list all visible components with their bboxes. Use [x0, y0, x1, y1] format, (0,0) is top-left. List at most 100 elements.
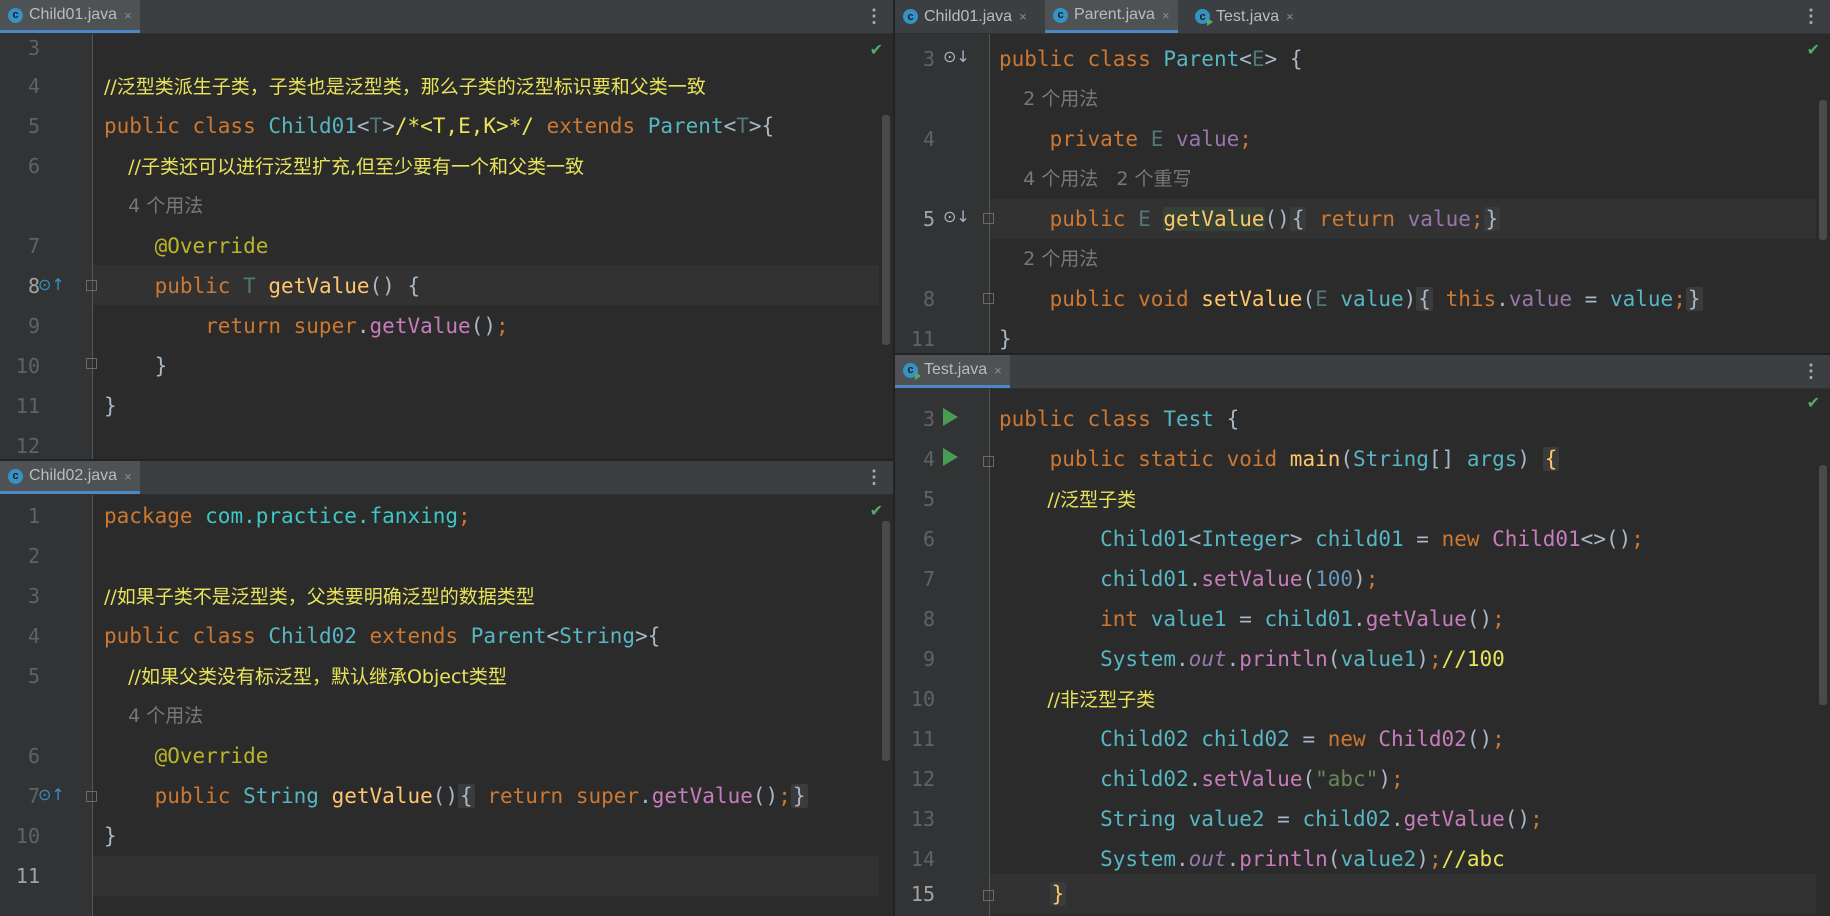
line-number: 5 [27, 114, 40, 138]
usages-hint[interactable]: 4 个用法 [104, 696, 203, 736]
implemented-arrow-icon[interactable]: ⊙↓ [943, 207, 970, 226]
fold-marker-icon[interactable] [983, 213, 994, 224]
close-icon[interactable]: × [124, 8, 132, 23]
fold-marker-icon[interactable] [983, 293, 994, 304]
tab-test[interactable]: c Test.java × [895, 355, 1010, 388]
line-number: 8 [27, 274, 40, 298]
usages-hint[interactable]: 2 个用法 [999, 239, 1098, 279]
line-number: 10 [15, 824, 40, 848]
line-number: 10 [910, 687, 935, 711]
code-line: } [1049, 882, 1067, 906]
implemented-arrow-icon[interactable]: ⊙↓ [943, 47, 970, 66]
line-number: 7 [922, 567, 935, 591]
tab-child02[interactable]: c Child02.java × [0, 461, 140, 494]
code-line: child02.setValue("abc"); [999, 767, 1404, 791]
code-line: System.out.println(value1);//100 [999, 647, 1505, 671]
line-number: 4 [922, 447, 935, 471]
override-arrow-icon[interactable]: ⊙↑ [38, 275, 65, 294]
tab-child01[interactable]: c Child01.java × [895, 0, 1035, 33]
editor-pane-child01[interactable]: c Child01.java × ⋮ ✔ 3 4 5 6 7 8 9 10 11… [0, 0, 893, 459]
editor-pane-test[interactable]: c Test.java × ⋮ ✔ 3 4 5 6 7 8 9 10 11 12… [895, 355, 1830, 916]
line-number: 8 [922, 287, 935, 311]
checkmark-icon[interactable]: ✔ [1807, 40, 1820, 59]
checkmark-icon[interactable]: ✔ [1807, 393, 1820, 412]
code-line: Child02 child02 = new Child02(); [999, 727, 1505, 751]
editor-pane-child02[interactable]: c Child02.java × ⋮ ✔ 1 2 3 4 5 6 7 10 11… [0, 461, 893, 916]
tab-label: Child01.java [29, 6, 118, 23]
code-line: //泛型类派生子类，子类也是泛型类，那么子类的泛型标识要和父类一致 [104, 76, 706, 98]
code-line: package com.practice.fanxing; [104, 504, 471, 528]
line-number: 3 [922, 47, 935, 71]
code-line: //如果父类没有标泛型，默认继承Object类型 [104, 666, 507, 688]
code-line: } [104, 394, 117, 418]
usages-hint[interactable]: 2 个用法 [999, 79, 1098, 119]
code-line: public E getValue(){ return value;} [999, 207, 1501, 231]
class-c-icon: c [8, 7, 23, 23]
line-number: 13 [910, 807, 935, 831]
code-line: //子类还可以进行泛型扩充,但至少要有一个和父类一致 [104, 156, 585, 178]
kebab-menu-icon[interactable]: ⋮ [865, 6, 883, 26]
vertical-scrollbar[interactable] [882, 521, 890, 761]
checkmark-icon[interactable]: ✔ [870, 40, 883, 59]
line-number: 10 [15, 354, 40, 378]
run-triangle-icon[interactable] [943, 408, 958, 426]
tab-test[interactable]: c Test.java × [1187, 0, 1302, 33]
tab-parent[interactable]: c Parent.java × [1045, 0, 1178, 33]
kebab-menu-icon[interactable]: ⋮ [1802, 361, 1820, 381]
kebab-menu-icon[interactable]: ⋮ [865, 467, 883, 487]
code-line: String value2 = child02.getValue(); [999, 807, 1543, 831]
vertical-scrollbar[interactable] [1819, 100, 1827, 240]
fold-marker-icon[interactable] [983, 890, 994, 901]
code-line: @Override [104, 234, 269, 258]
line-number: 5 [27, 664, 40, 688]
line-number: 4 [27, 74, 40, 98]
fold-marker-icon[interactable] [983, 456, 994, 467]
override-arrow-icon[interactable]: ⊙↑ [38, 785, 65, 804]
tab-label: Child02.java [29, 467, 118, 484]
line-number: 4 [27, 624, 40, 648]
line-number: 15 [910, 882, 935, 906]
checkmark-icon[interactable]: ✔ [870, 501, 883, 520]
tab-label: Parent.java [1074, 6, 1155, 23]
line-number: 6 [27, 154, 40, 178]
kebab-menu-icon[interactable]: ⋮ [1802, 6, 1820, 26]
line-number: 3 [27, 36, 40, 60]
close-icon[interactable]: × [994, 363, 1002, 378]
line-number: 3 [922, 407, 935, 431]
line-number: 5 [922, 207, 935, 231]
tab-label: Test.java [924, 361, 988, 378]
fold-marker-icon[interactable] [86, 280, 97, 291]
tab-bar: c Child02.java × ⋮ [0, 461, 893, 495]
code-line: child01.setValue(100); [999, 567, 1379, 591]
tab-bar: c Child01.java × ⋮ [0, 0, 893, 34]
line-number: 6 [27, 744, 40, 768]
fold-marker-icon[interactable] [86, 358, 97, 369]
code-line: public class Child01<T>/*<T,E,K>*/ exten… [104, 114, 775, 138]
class-c-icon: c [903, 362, 921, 380]
line-number: 7 [27, 234, 40, 258]
close-icon[interactable]: × [1019, 9, 1027, 24]
vertical-scrollbar[interactable] [1819, 465, 1827, 705]
code-line: Child01<Integer> child01 = new Child01<>… [999, 527, 1644, 551]
usages-hint[interactable]: 4 个用法 [104, 186, 203, 226]
tab-label: Test.java [1216, 7, 1280, 25]
vertical-scrollbar[interactable] [882, 115, 890, 345]
code-line: //如果子类不是泛型类，父类要明确泛型的数据类型 [104, 586, 535, 608]
line-number: 11 [15, 864, 40, 888]
code-line: //泛型子类 [999, 489, 1137, 511]
code-line: public void setValue(E value){ this.valu… [999, 287, 1703, 311]
code-line: public class Child02 extends Parent<Stri… [104, 624, 661, 648]
code-line: public class Parent<E> { [999, 47, 1303, 71]
usages-hint[interactable]: 4 个用法 2 个重写 [999, 159, 1191, 199]
code-line: return super.getValue(); [104, 314, 509, 338]
current-line-highlight [93, 856, 879, 896]
class-c-icon: c [1195, 9, 1213, 26]
close-icon[interactable]: × [1286, 9, 1294, 24]
close-icon[interactable]: × [124, 469, 132, 484]
code-line: public static void main(String[] args) { [999, 447, 1560, 471]
fold-marker-icon[interactable] [86, 791, 97, 802]
editor-pane-parent[interactable]: c Child01.java × c Parent.java × c Test.… [895, 0, 1830, 353]
run-triangle-icon[interactable] [943, 448, 958, 466]
line-number: 8 [922, 607, 935, 631]
close-icon[interactable]: × [1162, 8, 1170, 23]
